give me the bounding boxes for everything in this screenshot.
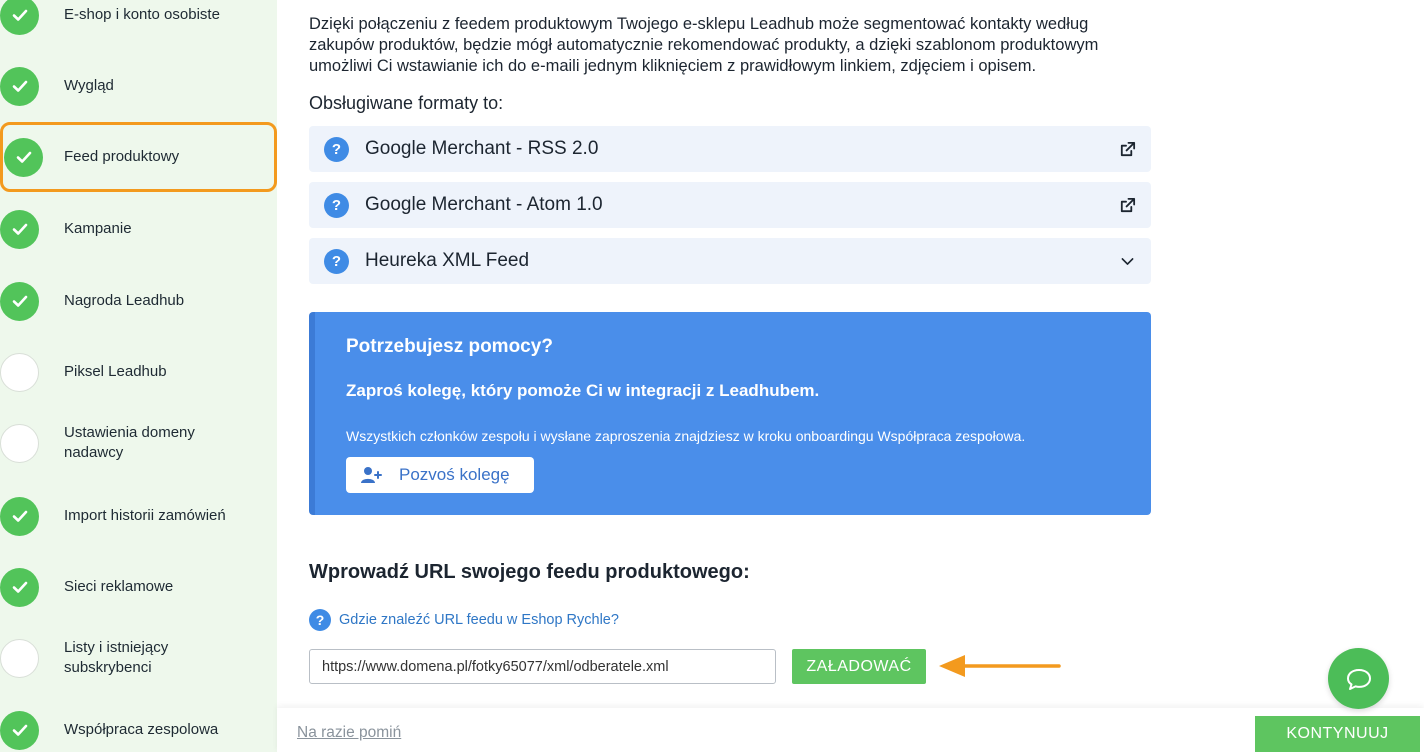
chat-icon [1346,668,1371,690]
external-link-icon[interactable] [1117,195,1137,215]
format-row-rss[interactable]: ? Google Merchant - RSS 2.0 [309,126,1151,172]
sidebar-item-wyglad[interactable]: Wygląd [0,50,277,122]
format-label: Google Merchant - RSS 2.0 [365,138,599,159]
check-icon [0,710,39,750]
sidebar-item-label: Nagroda Leadhub [64,292,185,309]
check-icon [0,496,39,536]
empty-circle-icon [0,352,39,392]
sidebar-item-import[interactable]: Import historii zamówień [0,480,277,552]
empty-circle-icon [0,423,39,463]
sidebar-item-eshop[interactable]: E-shop i konto osobiste [0,0,277,51]
format-label: Heureka XML Feed [365,250,530,271]
arrow-left-icon [939,655,1061,677]
check-icon [4,137,43,177]
formats-title: Obsługiwane formaty to: [309,93,504,113]
help-note: Wszystkich członków zespołu i wysłane za… [346,428,1026,444]
question-icon: ? [309,609,331,631]
sidebar-item-label: Piksel Leadhub [64,363,167,380]
sidebar-item-piksel[interactable]: Piksel Leadhub [0,336,277,408]
sidebar-item-sieci[interactable]: Sieci reklamowe [0,551,277,623]
chevron-down-icon[interactable] [1117,251,1137,271]
sidebar-item-kampanie[interactable]: Kampanie [0,193,277,265]
question-icon[interactable]: ? [324,192,349,218]
check-icon [0,66,39,106]
check-icon [0,567,39,607]
sidebar-item-label: Listy i istniejący subskrybenci [64,639,169,676]
external-link-icon[interactable] [1117,139,1137,159]
sidebar-item-label: Import historii zamówień [64,507,226,524]
add-user-icon [361,467,382,483]
check-icon [0,0,39,35]
check-icon [0,281,39,321]
sidebar-item-label: Wygląd [64,77,114,94]
invite-colleague-button[interactable]: Pozvoś kolegę [346,457,534,493]
sidebar-item-label: Ustawienia domeny nadawcy [64,424,195,461]
where-to-find-link[interactable]: ? Gdzie znaleźć URL feedu w Eshop Rychle… [309,609,619,631]
help-title: Potrzebujesz pomocy? [346,336,553,357]
load-button[interactable]: ZAŁADOWAĆ [792,649,926,684]
sidebar-item-domena[interactable]: Ustawienia domeny nadawcy [0,407,277,479]
footer-bar: Na razie pomiń KONTYNUUJ [277,708,1424,752]
sidebar-item-wspolpraca[interactable]: Współpraca zespolowa [0,694,277,752]
sidebar-item-label: Sieci reklamowe [64,578,174,595]
chat-widget-button[interactable] [1328,648,1389,709]
sidebar-item-nagroda[interactable]: Nagroda Leadhub [0,265,277,337]
feed-url-heading: Wprowadź URL swojego feedu produktowego: [309,561,750,583]
intro-text: Dzięki połączeniu z feedem produktowym T… [309,15,1099,75]
question-icon[interactable]: ? [324,136,349,162]
format-label: Google Merchant - Atom 1.0 [365,194,603,215]
invite-label: Pozvoś kolegę [399,465,510,484]
sidebar-item-label: Współpraca zespolowa [64,721,219,738]
onboarding-app: E-shop i konto osobiste Wygląd Feed prod… [0,0,1424,752]
help-subtitle: Zaproś kolegę, który pomoże Ci w integra… [346,381,820,400]
continue-button[interactable]: KONTYNUUJ [1255,716,1420,752]
format-row-heureka[interactable]: ? Heureka XML Feed [309,238,1151,284]
help-panel: Potrzebujesz pomocy? Zaproś kolegę, któr… [309,312,1151,515]
question-icon[interactable]: ? [324,248,349,274]
sidebar-item-label: Kampanie [64,220,132,237]
sidebar-item-label: Feed produktowy [64,148,180,165]
empty-circle-icon [0,638,39,678]
feed-url-input[interactable] [309,649,776,684]
sidebar-item-listy[interactable]: Listy i istniejący subskrybenci [0,622,277,694]
where-to-find-label: Gdzie znaleźć URL feedu w Eshop Rychle? [339,612,619,628]
skip-link[interactable]: Na razie pomiń [297,724,401,742]
onboarding-steps-sidebar: E-shop i konto osobiste Wygląd Feed prod… [0,0,277,752]
sidebar-item-feed-produktowy[interactable]: Feed produktowy [0,122,277,192]
sidebar-item-label: E-shop i konto osobiste [64,6,220,23]
format-row-atom[interactable]: ? Google Merchant - Atom 1.0 [309,182,1151,228]
check-icon [0,209,39,249]
